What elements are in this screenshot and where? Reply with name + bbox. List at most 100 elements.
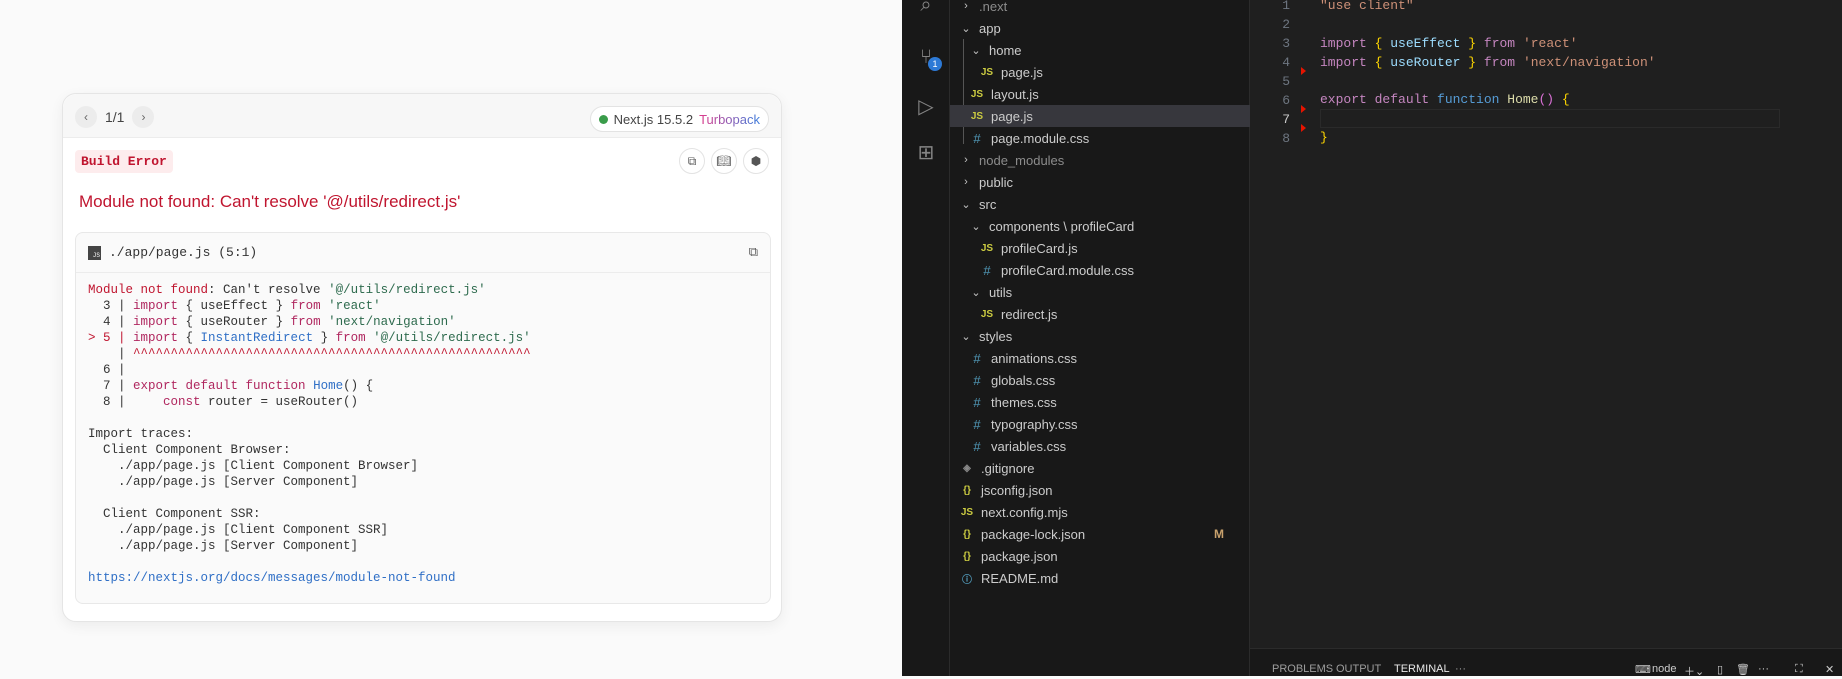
error-overlay-dialog: ‹ 1/1 › Next.js 15.5.2 Turbopack Build E… [62, 93, 782, 622]
tab-output[interactable]: OUTPUT [1336, 663, 1381, 675]
search-icon[interactable]: ⌕ [914, 0, 938, 18]
tree-item-label: globals.css [991, 372, 1056, 388]
maximize-icon[interactable]: ⛶ [1795, 663, 1803, 676]
js-file-icon: JS [960, 506, 974, 518]
overlay-header: ‹ 1/1 › Next.js 15.5.2 Turbopack [63, 94, 781, 138]
terminal-name[interactable]: node [1652, 663, 1676, 675]
tab-terminal[interactable]: TERMINAL [1394, 663, 1450, 675]
brace: { [1374, 36, 1383, 51]
error-path: '@/utils/redirect.js' [328, 283, 486, 297]
tree-item-label: page.js [991, 108, 1033, 124]
docs-book-icon[interactable]: 📖︎ [711, 148, 737, 174]
tree-item[interactable]: ⌄ styles [950, 325, 1250, 347]
str: 'next/navigation' [1522, 55, 1656, 70]
tree-item-label: styles [979, 328, 1013, 344]
tree-item[interactable]: # themes.css [950, 391, 1250, 413]
code-line-8: } [1320, 130, 1328, 145]
line-gutter: | [88, 347, 134, 361]
css-file-icon: # [973, 130, 981, 146]
panel-more-button[interactable]: ··· [1455, 663, 1466, 675]
tree-item[interactable]: ◈ .gitignore [950, 457, 1250, 479]
tree-item[interactable]: # typography.css [950, 413, 1250, 435]
tree-item[interactable]: JS next.config.mjs [950, 501, 1250, 523]
chevron-down-icon: ⌄ [961, 330, 971, 343]
tree-item[interactable]: {} package.json [950, 545, 1250, 567]
tree-item[interactable]: ⓘ README.md [950, 567, 1250, 589]
run-debug-icon[interactable]: ▷ [914, 94, 938, 118]
tree-item[interactable]: {} package-lock.json M [950, 523, 1250, 545]
diff-marker [1301, 67, 1306, 75]
extensions-icon[interactable]: ⊞ [914, 140, 938, 164]
str: '@/utils/redirect.js' [373, 331, 531, 345]
chevron-down-icon: ⌄ [971, 44, 981, 57]
tree-item[interactable]: # profileCard.module.css [950, 259, 1250, 281]
open-in-editor-icon[interactable]: ⧉ [749, 245, 758, 260]
tree-item[interactable]: JS page.js [950, 61, 1250, 83]
tree-item[interactable]: › node_modules [950, 149, 1250, 171]
tree-item-label: jsconfig.json [981, 482, 1053, 498]
trash-icon[interactable]: 🗑︎ [1736, 663, 1750, 676]
line-gutter: 3 | [88, 299, 134, 313]
error-title: Module not found: Can't resolve '@/utils… [79, 192, 461, 211]
new-terminal-icon[interactable]: ＋⌄ [1684, 663, 1704, 679]
tree-item-label: .next [979, 0, 1008, 14]
tree-item[interactable]: JS profileCard.js [950, 237, 1250, 259]
terminal-more-button[interactable]: ··· [1758, 663, 1769, 675]
version-badge[interactable]: Next.js 15.5.2 Turbopack [589, 106, 769, 132]
tree-item[interactable]: › .next [950, 0, 1250, 17]
tree-item[interactable]: # animations.css [950, 347, 1250, 369]
docs-link[interactable]: https://nextjs.org/docs/messages/module-… [88, 571, 456, 585]
nodejs-icon[interactable]: ⬢ [743, 148, 769, 174]
chevron-right-icon: › [964, 154, 968, 166]
split-terminal-icon[interactable]: ▯ [1717, 663, 1723, 676]
parens: () [1538, 92, 1555, 107]
kw: from [335, 331, 366, 345]
ident: useRouter [200, 315, 269, 329]
file-location[interactable]: ./app/page.js (5:1) [109, 245, 257, 260]
activity-bar: ⌕ ⑂ 1 ▷ ⊞ [902, 0, 950, 676]
code-editor[interactable]: 1 2 3 4 5 6 7 8 "use client" import { useEffect… [1250, 0, 1842, 648]
code-frame: JS ./app/page.js (5:1) ⧉ Module not foun… [75, 232, 771, 604]
tree-item[interactable]: JS layout.js [950, 83, 1250, 105]
css-file-icon: # [983, 262, 991, 278]
next-error-button[interactable]: › [132, 106, 155, 128]
code: router = useRouter() [200, 395, 359, 409]
tree-item[interactable]: ⌄ home [950, 39, 1250, 61]
tree-item[interactable]: {} jsconfig.json [950, 479, 1250, 501]
kw: from [1483, 36, 1516, 51]
prev-error-button[interactable]: ‹ [75, 106, 97, 128]
tree-item[interactable]: JS redirect.js [950, 303, 1250, 325]
kw: from [1483, 55, 1516, 70]
pager-count: 1/1 [105, 109, 125, 125]
str: 'react' [328, 299, 381, 313]
browser-viewport: ‹ 1/1 › Next.js 15.5.2 Turbopack Build E… [0, 0, 902, 676]
tree-item-label: profileCard.js [1001, 240, 1078, 256]
js-file-icon: JS [980, 66, 994, 78]
css-file-icon: # [973, 350, 981, 366]
kw: import [133, 299, 179, 313]
tree-item[interactable]: ⌄ app [950, 17, 1250, 39]
tree-item-label: node_modules [979, 152, 1065, 168]
error-carets: ^^^^^^^^^^^^^^^^^^^^^^^^^^^^^^^^^^^^^^^^… [133, 347, 531, 361]
error-pager: ‹ 1/1 › [75, 106, 155, 128]
tree-item[interactable]: JS page.js [950, 105, 1250, 127]
tree-item[interactable]: # globals.css [950, 369, 1250, 391]
tree-item[interactable]: ⌄ components \ profileCard [950, 215, 1250, 237]
close-icon[interactable]: ✕ [1825, 663, 1834, 676]
brace: } [1468, 55, 1477, 70]
tree-item[interactable]: # page.module.css [950, 127, 1250, 149]
tab-problems[interactable]: PROBLEMS [1272, 663, 1333, 675]
ident: useEffect [200, 299, 269, 313]
line-number: 5 [1282, 74, 1290, 89]
line-gutter: 6 | [88, 363, 126, 377]
tree-item[interactable]: # variables.css [950, 435, 1250, 457]
terminal-icon: ⌨ [1635, 664, 1651, 676]
error-label: Module not found [88, 283, 209, 297]
code: () { [343, 379, 374, 393]
copy-icon[interactable]: ⧉ [679, 148, 705, 174]
scm-count-badge: 1 [928, 57, 942, 71]
tree-item[interactable]: › public [950, 171, 1250, 193]
str: 'react' [1522, 36, 1578, 51]
tree-item[interactable]: ⌄ utils [950, 281, 1250, 303]
tree-item[interactable]: ⌄ src [950, 193, 1250, 215]
